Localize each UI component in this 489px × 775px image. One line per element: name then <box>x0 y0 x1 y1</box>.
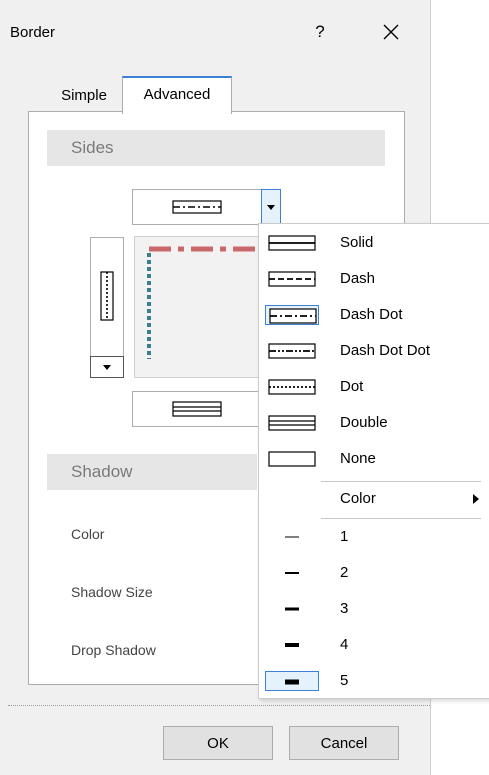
menu-item-width-1[interactable]: 1 <box>259 520 489 554</box>
cancel-button[interactable]: Cancel <box>289 726 399 760</box>
shadow-section-header: Shadow <box>47 454 257 490</box>
chevron-down-icon <box>103 365 111 370</box>
bottom-border-style-button[interactable] <box>132 391 262 427</box>
dot-line-vertical-icon <box>100 271 114 321</box>
no-border-icon <box>265 449 319 469</box>
menu-item-label: 4 <box>340 636 349 653</box>
dashdot-line-icon <box>265 305 319 325</box>
line-width-4-icon <box>265 635 319 655</box>
border-style-menu: Solid Dash Dash Dot Dash Dot Dot Dot Dou… <box>258 223 489 699</box>
menu-item-none[interactable]: None <box>259 442 489 476</box>
menu-item-label: Dash Dot <box>340 306 403 323</box>
submenu-arrow-icon <box>473 494 479 504</box>
tab-advanced[interactable]: Advanced <box>122 76 232 114</box>
menu-item-solid[interactable]: Solid <box>259 226 489 260</box>
menu-item-width-2[interactable]: 2 <box>259 556 489 590</box>
line-width-1-icon <box>265 527 319 547</box>
double-line-icon <box>172 401 222 417</box>
solid-line-icon <box>265 233 319 253</box>
menu-item-width-3[interactable]: 3 <box>259 592 489 626</box>
top-border-style-button[interactable] <box>132 189 262 225</box>
menu-item-dash[interactable]: Dash <box>259 262 489 296</box>
shadow-color-label: Color <box>71 526 105 542</box>
close-button[interactable] <box>376 18 406 46</box>
menu-item-label: None <box>340 450 376 467</box>
menu-item-label: Color <box>340 490 376 507</box>
menu-item-label: 1 <box>340 528 349 545</box>
left-border-style-button[interactable] <box>90 237 124 357</box>
line-width-3-icon <box>265 599 319 619</box>
menu-item-label: 5 <box>340 672 349 689</box>
drop-shadow-label: Drop Shadow <box>71 642 156 658</box>
line-width-2-icon <box>265 563 319 583</box>
chevron-down-icon <box>267 205 275 210</box>
menu-item-color[interactable]: Color <box>259 482 489 516</box>
tab-simple[interactable]: Simple <box>44 80 124 112</box>
menu-item-label: Double <box>340 414 388 431</box>
title-bar: Border ? <box>0 0 430 62</box>
menu-item-label: Dot <box>340 378 364 395</box>
line-width-5-icon <box>265 671 319 691</box>
menu-item-label: Solid <box>340 234 374 251</box>
dashdotdot-line-icon <box>265 341 319 361</box>
menu-item-dash-dot[interactable]: Dash Dot <box>259 298 489 332</box>
menu-item-dash-dot-dot[interactable]: Dash Dot Dot <box>259 334 489 368</box>
left-border-dropdown-arrow[interactable] <box>90 356 124 378</box>
menu-item-label: Dash <box>340 270 376 287</box>
ok-button[interactable]: OK <box>163 726 273 760</box>
menu-item-dot[interactable]: Dot <box>259 370 489 404</box>
dash-line-icon <box>265 269 319 289</box>
menu-item-width-4[interactable]: 4 <box>259 628 489 662</box>
menu-item-width-5[interactable]: 5 <box>259 664 489 698</box>
double-line-icon <box>265 413 319 433</box>
help-button[interactable]: ? <box>308 18 332 46</box>
menu-item-label: Dash Dot Dot <box>340 342 431 359</box>
sides-section-header: Sides <box>47 130 385 166</box>
menu-item-label: 2 <box>340 564 349 581</box>
dashdot-line-icon <box>172 200 222 214</box>
top-border-dropdown-arrow[interactable] <box>261 189 281 225</box>
menu-item-label: 3 <box>340 600 349 617</box>
button-separator <box>8 705 430 706</box>
dialog-title: Border <box>10 24 56 41</box>
shadow-size-label: Shadow Size <box>71 584 153 600</box>
menu-item-double[interactable]: Double <box>259 406 489 440</box>
menu-separator <box>321 518 481 519</box>
close-icon <box>383 24 399 40</box>
dot-line-icon <box>265 377 319 397</box>
